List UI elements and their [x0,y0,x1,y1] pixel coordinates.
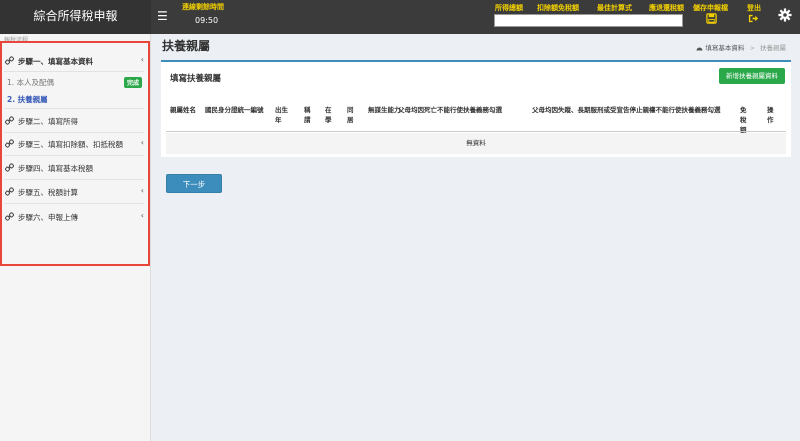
col-header-name: 親屬姓名 [170,106,196,114]
nav-logout[interactable]: 登出 [747,3,761,13]
sidebar-step-5[interactable]: 步驟五、稅額計算 ‹ [4,185,146,199]
sidebar-step-2[interactable]: 步驟二、填寫所得 [4,114,146,128]
breadcrumb: 填寫基本資料 > 扶養親屬 [696,42,786,52]
nav-best-formula[interactable]: 最佳計算式 [597,3,632,13]
sidebar-step-label: 步驟五、稅額計算 [18,188,78,197]
chevron-left-icon: ‹ [140,55,144,64]
card-title: 填寫扶養親屬 [170,74,222,84]
chevron-left-icon: ‹ [140,211,144,220]
dashboard-icon [696,47,703,51]
divider [4,132,144,133]
sidebar-step-label: 步驟三、填寫扣除額、扣抵稅額 [18,140,123,149]
menu-toggle-icon[interactable]: ☰ [157,9,168,23]
table-empty-row: 無資料 [166,133,786,154]
add-dependent-button[interactable]: 新增扶養親屬資料 [719,68,785,84]
sidebar-sub-item-dependents[interactable]: 2. 扶養親屬 [7,94,48,105]
link-icon [5,163,14,172]
nav-refund[interactable]: 應退還稅額 [649,3,684,13]
status-badge-complete: 完成 [124,77,143,88]
link-icon [5,212,14,221]
breadcrumb-home[interactable]: 填寫基本資料 [705,44,744,52]
breadcrumb-separator: > [749,44,755,52]
steps-highlight-box [0,41,150,266]
col-header-disabled: 無謀生能力 [368,106,401,114]
link-icon [5,139,14,148]
session-timer-label: 連線剩餘時間 [182,3,224,11]
col-header-actions: 操作 [767,106,774,124]
col-header-parents-missing: 父母均因失蹤、長期服刑或受宣告停止親權不能行使扶養義務勾選 [532,106,721,114]
col-header-cohabit: 同居 [347,106,354,124]
chevron-left-icon: ‹ [140,138,144,147]
divider [4,71,144,72]
sidebar-step-1[interactable]: 步驟一、填寫基本資料 ‹ [4,54,146,68]
sidebar-sub-item-self-spouse[interactable]: 1. 本人及配偶 [7,77,54,88]
divider [4,203,144,204]
session-timer-value: 09:50 [195,16,219,25]
col-header-id: 國民身分證統一編號 [205,106,264,114]
link-icon [5,116,14,125]
sidebar-step-label: 步驟四、填寫基本稅額 [18,164,93,173]
next-step-button[interactable]: 下一步 [166,174,222,193]
save-icon[interactable] [706,13,717,24]
link-icon [5,56,14,65]
breadcrumb-current: 扶養親屬 [760,44,786,52]
sidebar-step-label: 步驟二、填寫所得 [18,117,78,126]
sidebar-step-3[interactable]: 步驟三、填寫扣除額、扣抵稅額 ‹ [4,137,146,151]
col-header-parents-deceased: 父母均因死亡不能行使扶養義務勾選 [398,106,502,114]
sidebar: 報稅流程 步驟一、填寫基本資料 ‹ 1. 本人及配偶 完成 2. 扶養親屬 步驟… [0,34,151,441]
top-navbar: 綜合所得稅申報 ☰ 連線剩餘時間 09:50 所得總額 扣除額免稅額 最佳計算式… [0,0,800,34]
nav-total-income[interactable]: 所得總額 [495,3,523,13]
divider [4,155,144,156]
chevron-left-icon: ‹ [140,186,144,195]
logout-icon[interactable] [748,13,759,24]
settings-gear-icon[interactable] [778,8,792,22]
link-icon [5,187,14,196]
sidebar-step-4[interactable]: 步驟四、填寫基本稅額 [4,161,146,175]
sidebar-step-label: 步驟六、申報上傳 [18,213,78,222]
nav-deductions[interactable]: 扣除額免稅額 [537,3,579,13]
nav-save[interactable]: 儲存申報檔 [693,3,728,13]
app-brand[interactable]: 綜合所得稅申報 [0,0,151,34]
col-header-relation: 稱謂 [304,106,311,124]
dependents-card: 填寫扶養親屬 新增扶養親屬資料 親屬姓名 國民身分證統一編號 出生年 稱謂 在學… [161,60,791,157]
col-header-student: 在學 [325,106,332,124]
sidebar-step-label: 步驟一、填寫基本資料 [18,57,93,66]
col-header-birth-year: 出生年 [275,106,288,124]
table-header-divider [166,131,786,132]
total-income-display [494,14,683,27]
divider [4,179,144,180]
sidebar-step-6[interactable]: 步驟六、申報上傳 ‹ [4,210,146,224]
divider [4,108,144,109]
page-title: 扶養親屬 [162,39,211,53]
